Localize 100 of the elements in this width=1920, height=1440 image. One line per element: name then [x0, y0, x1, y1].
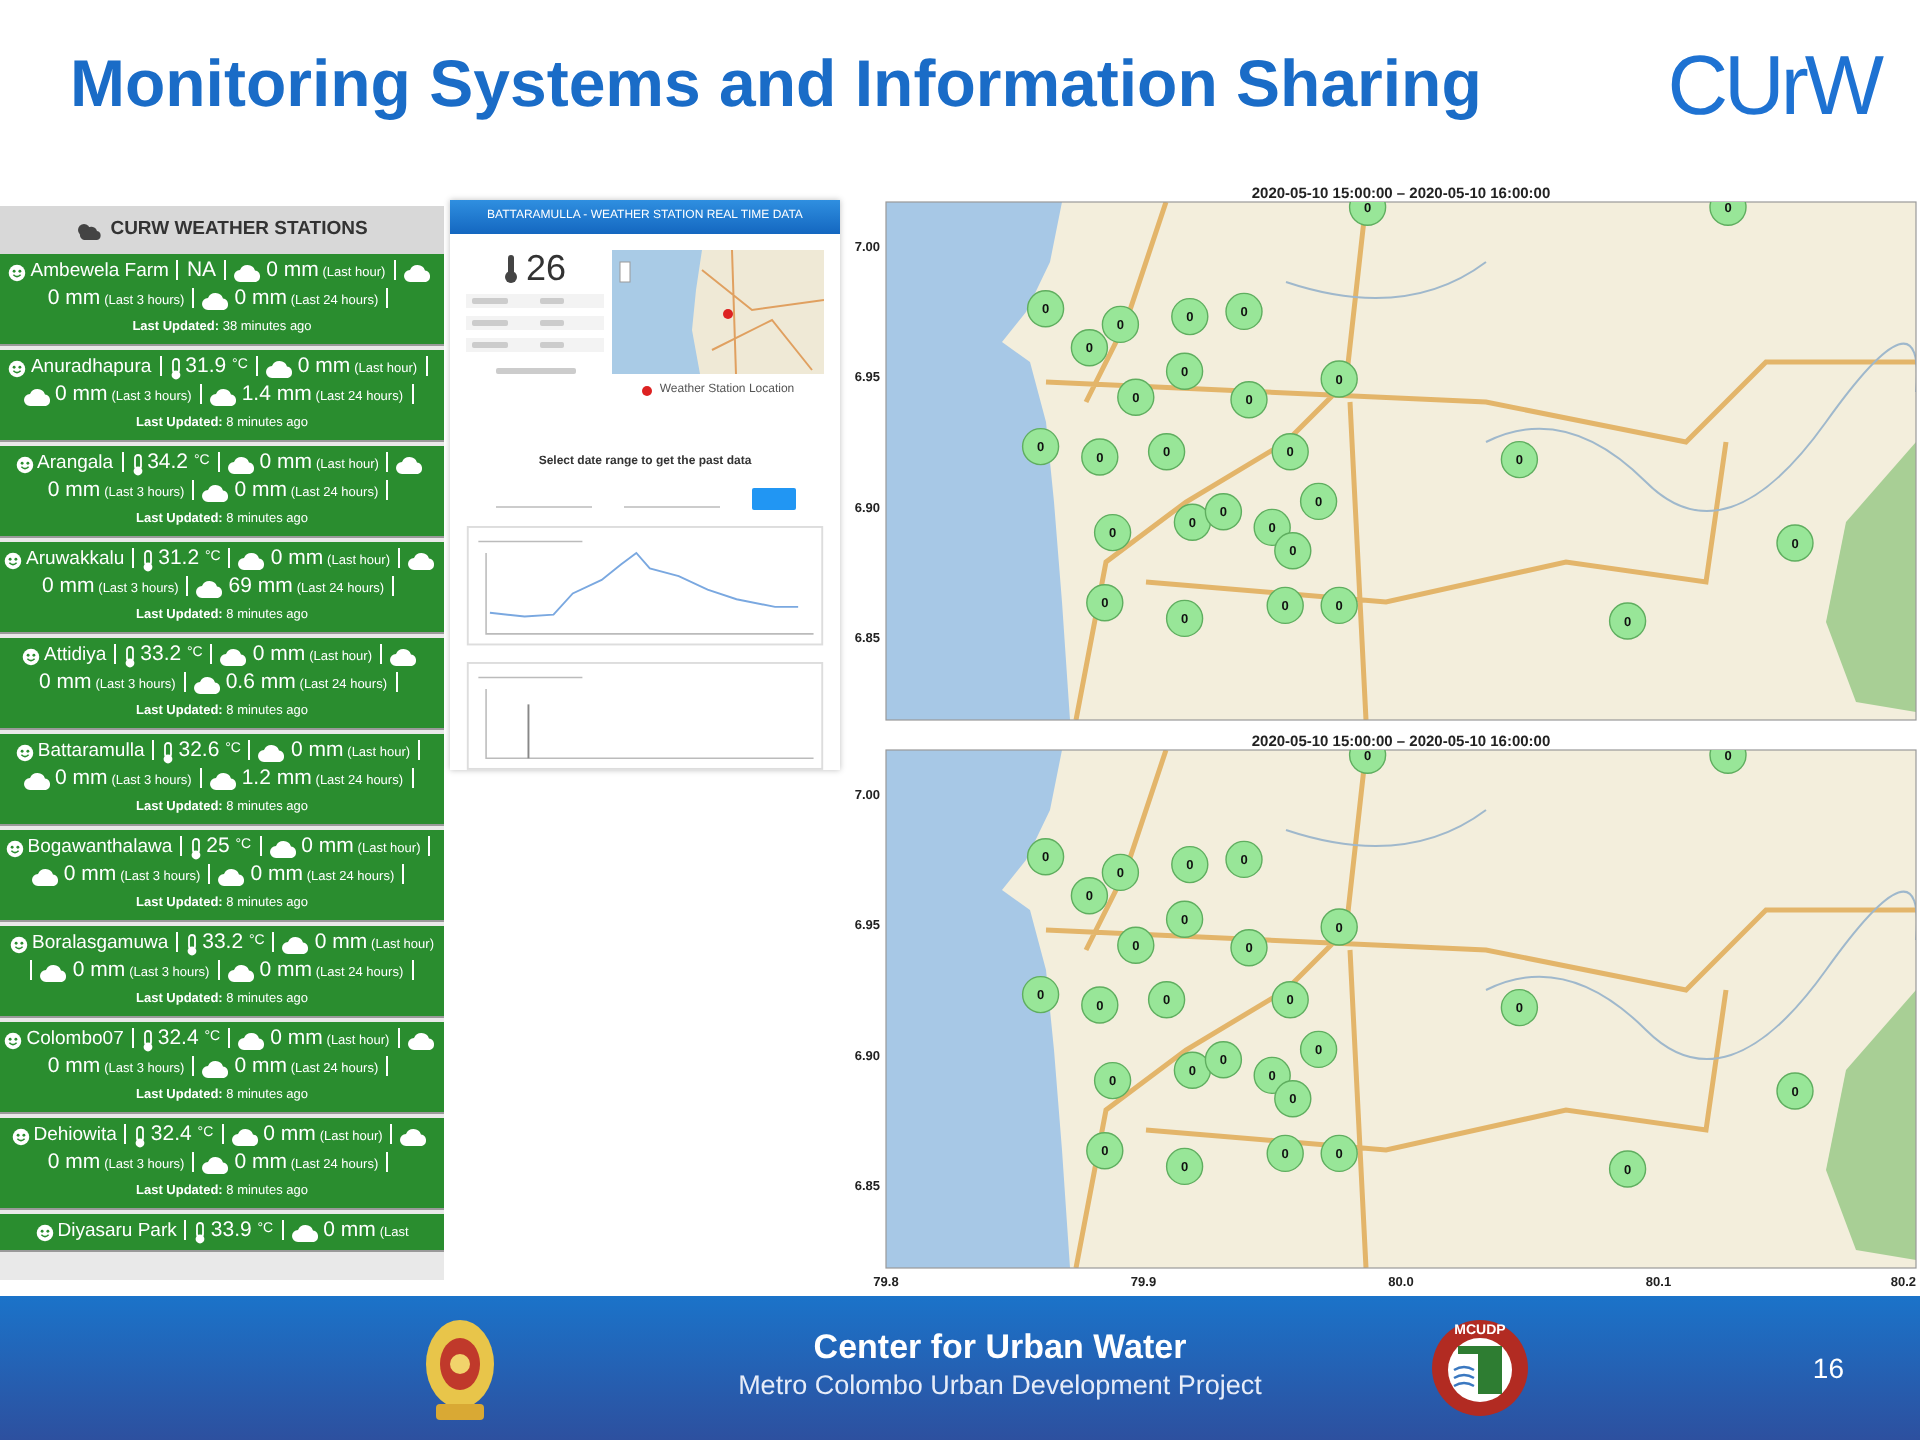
cloud-icon	[227, 455, 256, 474]
search-button[interactable]	[751, 488, 795, 511]
temperature-reading: 32.4 $^{°C}$	[150, 1122, 214, 1146]
cloud-icon	[218, 867, 247, 886]
station-name: Aruwakkalu	[26, 548, 125, 570]
rain-amount: 0 mm	[234, 1150, 287, 1174]
station-name: Arangala	[37, 452, 114, 474]
rain-amount: 0 mm	[55, 382, 108, 406]
table-row	[466, 338, 604, 353]
smiley-icon	[10, 935, 28, 954]
station-name: Attidiya	[43, 644, 107, 666]
cloud-icon	[202, 1155, 231, 1174]
cloud-icon	[234, 263, 263, 282]
rain-amount: 0 mm	[41, 574, 95, 598]
cloud-icon	[269, 839, 298, 858]
cloud-icon	[209, 771, 238, 790]
rain-amount: 0 mm	[263, 1122, 316, 1146]
station-name: Boralasgamuwa	[32, 932, 169, 954]
rain-amount: 0 mm	[290, 738, 344, 762]
weather-icon	[76, 221, 103, 239]
cloud-icon	[227, 963, 256, 982]
rain-amount: 0 mm	[55, 766, 108, 790]
thermometer-icon	[503, 253, 518, 284]
cloud-icon	[407, 1031, 436, 1050]
cloud-icon	[291, 1223, 320, 1242]
rain-amount: 0 mm	[297, 354, 351, 378]
rain-amount: 0 mm	[259, 958, 312, 982]
smiley-icon	[35, 1223, 54, 1242]
cloud-icon	[31, 867, 60, 886]
station-name: Anuradhapura	[30, 356, 152, 378]
smiley-icon	[15, 743, 34, 762]
rain-amount: 0 mm	[47, 478, 101, 502]
cloud-icon	[209, 387, 238, 406]
temperature-reading: 31.2 $^{°C}$	[158, 546, 221, 570]
rain-amount: 0 mm	[266, 258, 319, 282]
rain-amount: 0 mm	[234, 478, 287, 502]
smiley-icon	[4, 551, 23, 570]
temperature-reading: 34.2 $^{°C}$	[147, 450, 210, 474]
temperature-reading: 32.4 $^{°C}$	[157, 1026, 221, 1050]
station-name: Diyasaru Park	[57, 1220, 177, 1242]
station-name: Colombo07	[26, 1028, 124, 1050]
cloud-icon	[396, 455, 425, 474]
footer-subtitle: Metro Colombo Urban Development Project	[738, 1368, 1262, 1405]
rain-amount: 0 mm	[270, 1026, 323, 1050]
footer-title: Center for Urban Water	[813, 1329, 1187, 1367]
logo-text: CUrW	[1667, 44, 1880, 128]
rain-amount: 0 mm	[252, 642, 306, 666]
rain-amount: 0 mm	[314, 930, 368, 954]
temperature-reading: 33.2 $^{°C}$	[202, 930, 265, 954]
smiley-icon	[5, 839, 24, 858]
smiley-icon	[8, 359, 27, 378]
cloud-icon	[193, 675, 222, 694]
rain-amount: 0 mm	[234, 286, 287, 310]
smiley-icon	[21, 647, 40, 666]
blurred-note	[495, 368, 575, 375]
cloud-icon	[407, 551, 436, 570]
cloud-icon	[238, 551, 267, 570]
rain-amount: 0 mm	[270, 546, 324, 570]
temperature-reading: 25 $^{°C}$	[206, 834, 252, 858]
rain-amount: 0 mm	[250, 862, 303, 886]
smiley-icon	[8, 263, 27, 282]
cloud-icon	[282, 935, 311, 954]
cloud-icon	[23, 771, 51, 790]
cloud-icon	[238, 1031, 267, 1050]
slide-title: Monitoring Systems and Information Sharing	[70, 44, 1482, 124]
smiley-icon	[15, 455, 34, 474]
rain-amount: 0 mm	[72, 958, 126, 982]
page-number: 16	[1812, 1349, 1844, 1387]
temperature-value: 26	[525, 250, 567, 287]
rain-amount: 0 mm	[301, 834, 354, 858]
smiley-icon	[4, 1031, 23, 1050]
rain-amount: 0 mm	[39, 670, 92, 694]
temperature-reading: 33.2 $^{°C}$	[140, 642, 203, 666]
temperature-reading: 33.9 $^{°C}$	[210, 1218, 274, 1242]
panel-title: CURW WEATHER STATIONS	[110, 215, 368, 244]
station-name: Bogawanthalawa	[27, 836, 173, 858]
table-row	[466, 316, 604, 331]
cloud-icon	[196, 579, 225, 598]
cloud-icon	[202, 483, 231, 502]
rain-amount: 0.6 mm	[225, 670, 296, 694]
cloud-icon	[265, 359, 294, 378]
rain-amount: 1.2 mm	[241, 766, 312, 790]
cloud-icon	[202, 1059, 231, 1078]
rain-amount: 0 mm	[47, 1054, 101, 1078]
rain-amount: 0 mm	[63, 862, 117, 886]
rain-amount: 1.4 mm	[241, 382, 312, 406]
rain-amount: 0 mm	[259, 450, 313, 474]
temperature-reading: 31.9 $^{°C}$	[185, 354, 248, 378]
rain-amount: 0 mm	[47, 1150, 101, 1174]
cloud-icon	[23, 387, 51, 406]
smiley-icon	[11, 1127, 30, 1146]
cloud-icon	[403, 263, 432, 282]
cloud-icon	[220, 647, 249, 666]
temperature-reading: NA	[186, 258, 217, 282]
station-name: Ambewela Farm	[30, 260, 169, 282]
rain-amount: 0 mm	[47, 286, 101, 310]
rain-amount: 69 mm	[228, 574, 293, 598]
rain-amount: 0 mm	[234, 1054, 287, 1078]
map-marker-icon	[641, 386, 652, 397]
cloud-icon	[231, 1127, 260, 1146]
